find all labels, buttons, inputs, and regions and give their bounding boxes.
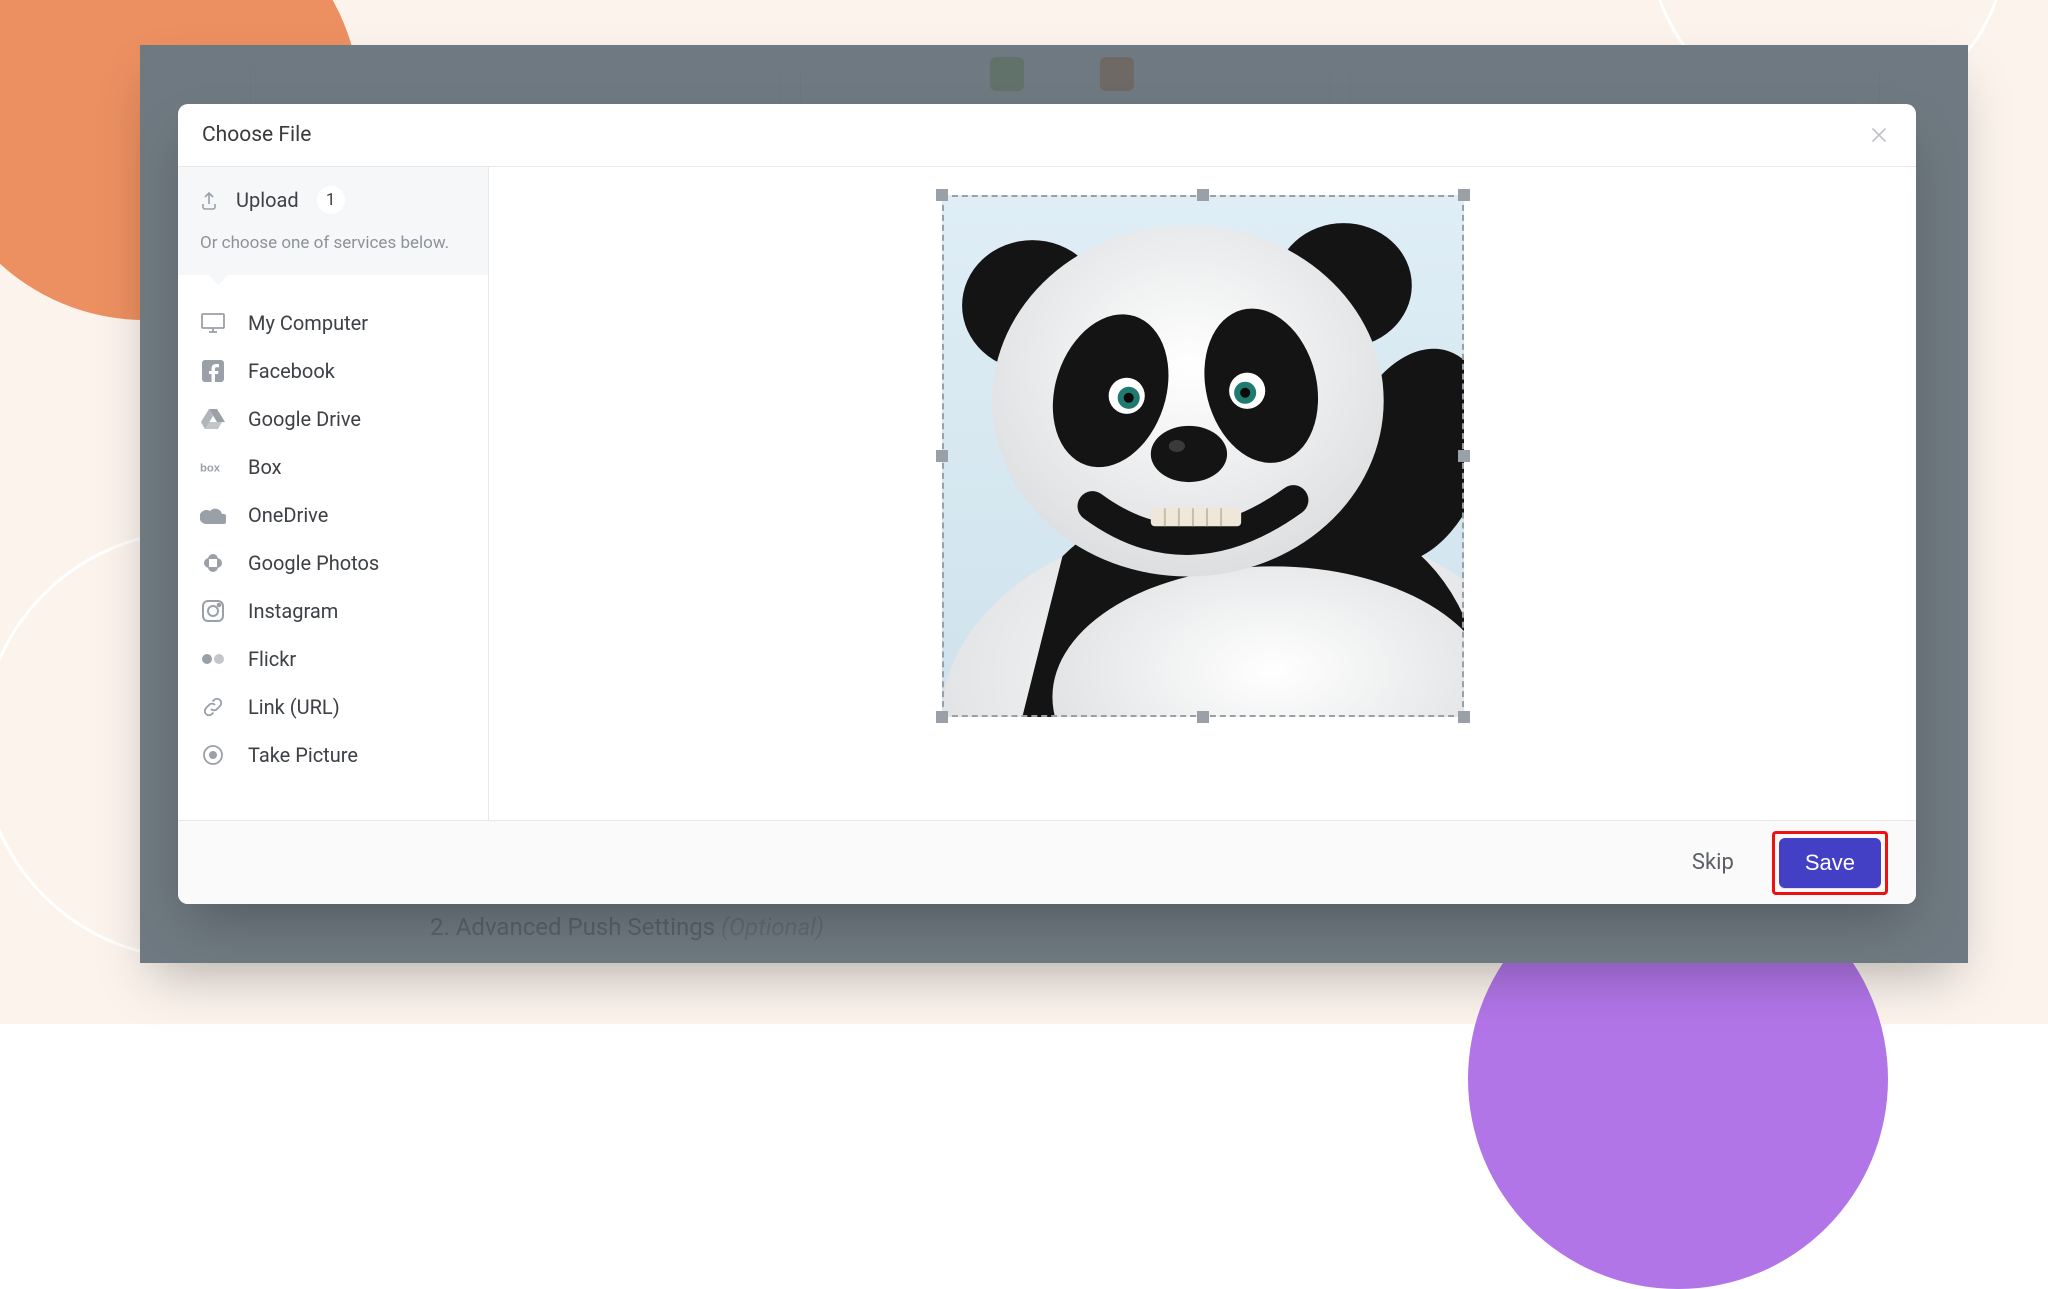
source-item-gphotos[interactable]: Google Photos <box>178 539 488 587</box>
upload-count-badge: 1 <box>317 186 345 214</box>
modal-title: Choose File <box>202 123 311 147</box>
monitor-icon <box>200 312 226 334</box>
source-item-instagram[interactable]: Instagram <box>178 587 488 635</box>
link-icon <box>200 696 226 718</box>
image-crop-frame[interactable] <box>942 195 1464 717</box>
source-item-label: Box <box>248 455 282 479</box>
source-item-gdrive[interactable]: Google Drive <box>178 395 488 443</box>
crop-handle-tr[interactable] <box>1458 189 1470 201</box>
stage: Typical Site Wordpress Plugin or Website… <box>0 0 2048 1024</box>
crop-handle-tm[interactable] <box>1197 189 1209 201</box>
source-item-label: Google Photos <box>248 551 379 575</box>
sidebar-hint: Or choose one of services below. <box>178 233 488 275</box>
instagram-icon <box>200 600 226 622</box>
crop-handle-mr[interactable] <box>1458 450 1470 462</box>
tab-upload[interactable]: Upload 1 <box>178 167 488 233</box>
source-sidebar: Upload 1 Or choose one of services below… <box>178 167 489 820</box>
source-item-label: Flickr <box>248 647 296 671</box>
source-item-label: Instagram <box>248 599 338 623</box>
preview-area <box>489 167 1916 820</box>
box-icon: box <box>200 456 226 478</box>
crop-handle-ml[interactable] <box>936 450 948 462</box>
close-icon[interactable] <box>1866 124 1892 146</box>
source-item-box[interactable]: box Box <box>178 443 488 491</box>
source-item-label: My Computer <box>248 311 368 335</box>
crop-handle-bl[interactable] <box>936 711 948 723</box>
source-item-onedrive[interactable]: OneDrive <box>178 491 488 539</box>
gphotos-icon <box>200 552 226 574</box>
skip-button[interactable]: Skip <box>1686 842 1740 883</box>
source-list: My Computer Facebook Google Drive box Box One… <box>178 275 488 787</box>
source-item-camera[interactable]: Take Picture <box>178 731 488 779</box>
facebook-icon <box>200 360 226 382</box>
choose-file-modal: Choose File Upload 1 Or choose one of se… <box>178 104 1916 904</box>
modal-footer: Skip Save <box>178 820 1916 904</box>
onedrive-icon <box>200 504 226 526</box>
crop-selection[interactable] <box>942 195 1464 717</box>
source-item-label: Google Drive <box>248 407 361 431</box>
source-item-monitor[interactable]: My Computer <box>178 299 488 347</box>
source-item-facebook[interactable]: Facebook <box>178 347 488 395</box>
svg-text:box: box <box>200 462 221 474</box>
crop-handle-bm[interactable] <box>1197 711 1209 723</box>
save-highlight: Save <box>1772 831 1888 895</box>
gdrive-icon <box>200 408 226 430</box>
tab-upload-label: Upload <box>236 188 299 212</box>
modal-body: Upload 1 Or choose one of services below… <box>178 167 1916 820</box>
modal-header: Choose File <box>178 104 1916 167</box>
source-item-label: Facebook <box>248 359 335 383</box>
source-item-flickr[interactable]: Flickr <box>178 635 488 683</box>
camera-icon <box>200 744 226 766</box>
source-item-label: OneDrive <box>248 503 328 527</box>
save-button[interactable]: Save <box>1779 838 1881 888</box>
source-item-label: Take Picture <box>248 743 358 767</box>
crop-handle-br[interactable] <box>1458 711 1470 723</box>
flickr-icon <box>200 648 226 670</box>
upload-icon <box>200 190 218 210</box>
crop-handle-tl[interactable] <box>936 189 948 201</box>
source-item-link[interactable]: Link (URL) <box>178 683 488 731</box>
source-item-label: Link (URL) <box>248 695 340 719</box>
